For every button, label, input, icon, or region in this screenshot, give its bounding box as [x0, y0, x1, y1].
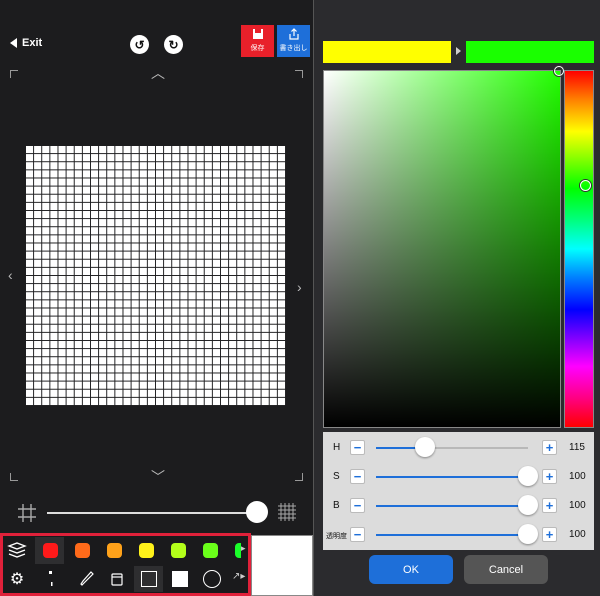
previous-color-preview	[323, 41, 451, 63]
zoom-slider-knob[interactable]	[246, 501, 268, 523]
zoom-slider-track[interactable]	[47, 512, 257, 514]
slider-knob[interactable]	[518, 466, 538, 486]
slider-label: H	[333, 442, 341, 453]
slider-row: S − +100	[323, 463, 594, 491]
color-swatch[interactable]	[203, 543, 218, 558]
slider-fill	[376, 505, 528, 507]
cancel-label: Cancel	[488, 563, 524, 576]
slider-row: H − +115	[323, 434, 594, 462]
undo-button[interactable]: ↺	[130, 35, 149, 54]
corner-bottom-left	[10, 473, 18, 481]
chevron-right-icon[interactable]: ›	[297, 280, 302, 294]
grid-small-icon[interactable]	[17, 503, 37, 523]
slider-value: 100	[569, 471, 586, 482]
square-outline-icon[interactable]	[141, 571, 157, 587]
save-label: 保存	[250, 45, 265, 52]
minus-button[interactable]: −	[350, 469, 365, 484]
color-swatch[interactable]	[107, 543, 122, 558]
layers-icon[interactable]	[7, 541, 27, 559]
hue-marker[interactable]	[580, 180, 591, 191]
preview-arrow-icon	[456, 47, 461, 55]
plus-button[interactable]: +	[542, 440, 557, 455]
more-tools-icon[interactable]: ↗▸	[232, 571, 245, 582]
slider-knob[interactable]	[518, 524, 538, 544]
more-swatches-icon[interactable]: ▸	[241, 543, 246, 554]
exit-label: Exit	[22, 37, 43, 49]
square-fill-icon[interactable]	[172, 571, 188, 587]
canvas-preview[interactable]	[251, 535, 313, 596]
pixel-canvas[interactable]	[26, 146, 286, 406]
circle-outline-icon[interactable]	[203, 570, 221, 588]
export-label: 書き出し	[279, 45, 308, 52]
plus-button[interactable]: +	[542, 469, 557, 484]
slider-track[interactable]	[376, 476, 528, 478]
palette-toolbar: ▸ ⚙ ↗▸	[0, 533, 251, 596]
corner-bottom-right	[295, 473, 303, 481]
eyedropper-icon[interactable]	[79, 570, 95, 588]
bucket-icon[interactable]	[109, 570, 125, 588]
chevron-up-icon[interactable]: ︿	[151, 66, 165, 80]
saturation-brightness-area[interactable]	[323, 70, 561, 428]
plus-button[interactable]: +	[542, 498, 557, 513]
slider-label: S	[333, 471, 340, 482]
cancel-button[interactable]: Cancel	[464, 555, 548, 584]
color-swatch[interactable]	[75, 543, 90, 558]
save-icon	[252, 29, 263, 39]
ok-label: OK	[403, 563, 419, 576]
slider-value: 100	[569, 500, 586, 511]
slider-row: 透明度 − +100	[323, 521, 594, 549]
exit-button[interactable]: Exit	[10, 37, 42, 49]
export-button[interactable]: 書き出し	[277, 25, 310, 57]
slider-label: B	[333, 500, 340, 511]
settings-icon[interactable]: ⚙	[7, 568, 27, 590]
slider-fill	[376, 476, 528, 478]
color-swatch[interactable]	[43, 543, 58, 558]
new-color-preview	[466, 41, 594, 63]
slider-knob[interactable]	[518, 495, 538, 515]
redo-icon: ↻	[168, 37, 179, 52]
sv-picker-marker[interactable]	[554, 66, 564, 76]
editor-panel: Exit ↺ ↻ 保存 書き出し ︿ ﹀ ‹ › ▸ ⚙ ↗▸	[0, 0, 313, 596]
slider-track[interactable]	[376, 505, 528, 507]
plus-button[interactable]: +	[542, 527, 557, 542]
undo-icon: ↺	[134, 37, 145, 52]
chevron-left-icon[interactable]: ‹	[8, 268, 13, 282]
color-swatch[interactable]	[171, 543, 186, 558]
slider-row: B − +100	[323, 492, 594, 520]
minus-button[interactable]: −	[350, 498, 365, 513]
ok-button[interactable]: OK	[369, 555, 453, 584]
hsb-slider-panel: H − +115 S − +100 B − +100 透明度 − +100	[323, 432, 594, 550]
sv-dark-layer	[324, 71, 560, 427]
slider-value: 100	[569, 529, 586, 540]
redo-button[interactable]: ↻	[164, 35, 183, 54]
slider-value: 115	[569, 442, 585, 453]
minus-button[interactable]: −	[350, 440, 365, 455]
slider-track[interactable]	[376, 534, 528, 536]
corner-top-left	[10, 70, 18, 78]
slider-track[interactable]	[376, 447, 528, 449]
chevron-down-icon[interactable]: ﹀	[151, 470, 165, 484]
slider-knob[interactable]	[414, 437, 435, 457]
slider-label: 透明度	[326, 533, 347, 540]
app-root: Exit ↺ ↻ 保存 書き出し ︿ ﹀ ‹ › ▸ ⚙ ↗▸ H − + 11…	[0, 0, 600, 596]
slider-fill	[376, 534, 528, 536]
hue-bar[interactable]	[564, 70, 594, 428]
corner-top-right	[295, 70, 303, 78]
save-button[interactable]: 保存	[241, 25, 274, 57]
grid-large-icon[interactable]	[277, 502, 297, 522]
color-swatch[interactable]	[139, 543, 154, 558]
swatch-row: ▸	[3, 536, 248, 564]
color-picker-panel: H − +115 S − +100 B − +100 透明度 − +100 OK Cancel	[313, 0, 600, 596]
tool-row: ⚙ ↗▸	[3, 565, 248, 593]
pen-size-icon[interactable]	[45, 569, 59, 589]
back-arrow-icon	[10, 38, 17, 48]
minus-button[interactable]: −	[350, 527, 365, 542]
share-icon	[288, 28, 299, 40]
